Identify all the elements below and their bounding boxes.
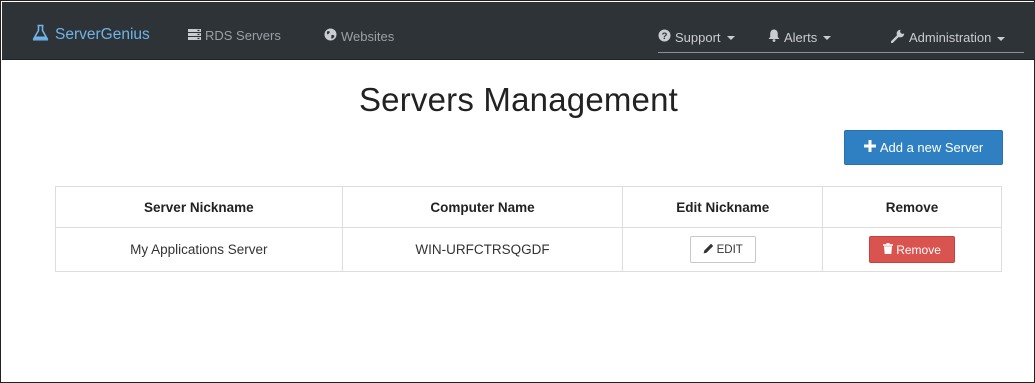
globe-icon: [324, 28, 341, 44]
server-nickname-cell: My Applications Server: [55, 227, 343, 272]
header-server-nickname: Server Nickname: [55, 186, 343, 228]
support-dropdown[interactable]: ? Support: [658, 29, 735, 45]
computer-name-cell: WIN-URFCTRSQGDF: [341, 227, 624, 272]
add-server-button[interactable]: Add a new Server: [844, 130, 1003, 165]
header-computer-name: Computer Name: [341, 186, 624, 228]
nav-websites-label: Websites: [341, 28, 395, 44]
server-stack-icon: [188, 28, 205, 43]
edit-nickname-button[interactable]: EDIT: [689, 236, 756, 263]
flask-icon: [32, 24, 55, 46]
support-label: Support: [675, 29, 721, 45]
bell-icon: [768, 29, 784, 45]
wrench-icon: [890, 29, 909, 46]
remove-label: Remove: [896, 242, 941, 257]
trash-icon: [883, 242, 896, 257]
table-row: My Applications Server WIN-URFCTRSQGDF E…: [55, 227, 1002, 272]
nav-websites[interactable]: Websites: [324, 28, 394, 44]
header-edit-nickname: Edit Nickname: [622, 186, 824, 228]
nav-rds-servers[interactable]: RDS Servers: [188, 28, 281, 43]
app-window: ServerGenius RDS Servers Websites ? Supp…: [0, 0, 1035, 383]
chevron-down-icon: [823, 36, 832, 40]
remove-server-button[interactable]: Remove: [869, 236, 956, 263]
navbar-right-menu: ? Support Alerts Administration: [658, 29, 1024, 53]
administration-label: Administration: [909, 30, 992, 45]
edit-cell: EDIT: [622, 227, 824, 272]
pencil-icon: [703, 243, 717, 257]
add-server-label: Add a new Server: [879, 140, 984, 155]
svg-text:?: ?: [662, 31, 668, 42]
servers-table: Server Nickname Computer Name Edit Nickn…: [55, 186, 1002, 272]
nav-rds-label: RDS Servers: [205, 28, 281, 43]
page-title: Servers Management: [358, 81, 679, 118]
chevron-down-icon: [726, 36, 735, 40]
table-header-row: Server Nickname Computer Name Edit Nickn…: [55, 186, 1002, 228]
chevron-down-icon: [997, 36, 1006, 41]
alerts-label: Alerts: [784, 29, 818, 45]
header-remove: Remove: [822, 186, 1002, 228]
top-navbar: ServerGenius RDS Servers Websites ? Supp…: [2, 2, 1035, 60]
alerts-dropdown[interactable]: Alerts: [768, 29, 832, 45]
brand-name: ServerGenius: [55, 26, 150, 43]
plus-icon: [863, 140, 880, 155]
edit-label: EDIT: [716, 243, 743, 256]
remove-cell: Remove: [822, 227, 1002, 272]
administration-dropdown[interactable]: Administration: [890, 29, 1006, 46]
brand-link[interactable]: ServerGenius: [32, 24, 150, 46]
question-circle-icon: ?: [658, 29, 675, 45]
